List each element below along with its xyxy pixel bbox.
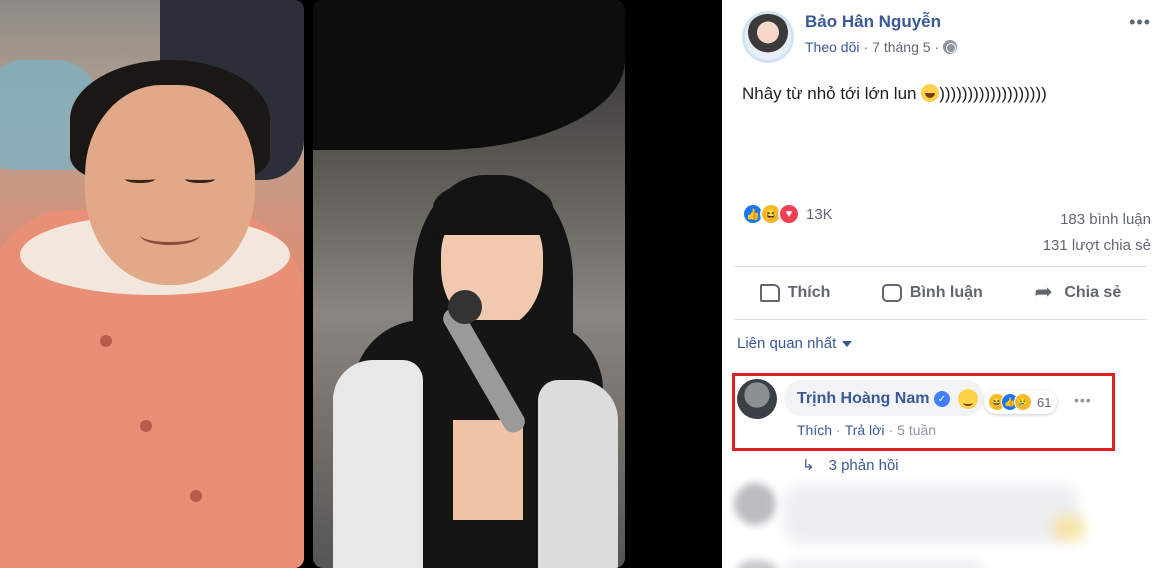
- replies-label: 3 phản hồi: [828, 456, 899, 474]
- meta-separator: ·: [863, 39, 869, 55]
- photo-viewer[interactable]: [0, 0, 722, 568]
- share-arrow-icon: [1034, 279, 1056, 305]
- photo-eye: [125, 175, 155, 183]
- post-panel: Bảo Hân Nguyễn Theo dõi · 7 tháng 5 · ••…: [722, 0, 1159, 568]
- photo-coat-button: [190, 490, 202, 502]
- blurred-avatar: [737, 560, 777, 568]
- comment-highlight-box: [732, 373, 1115, 451]
- photo-torso: [453, 420, 523, 520]
- comment-bubble-icon: [881, 284, 902, 302]
- laughing-emoji-icon: [921, 84, 940, 102]
- author-name[interactable]: Bảo Hân Nguyễn: [805, 12, 941, 32]
- author-avatar[interactable]: [742, 11, 794, 63]
- share-label: Chia sẻ: [1064, 284, 1122, 301]
- chevron-down-icon: [842, 340, 853, 347]
- photo-coat-button: [140, 420, 152, 432]
- comment-label: Bình luận: [909, 284, 983, 301]
- view-replies-link[interactable]: ↳ 3 phản hồi: [802, 456, 899, 475]
- post-date[interactable]: 7 tháng 5: [872, 39, 930, 55]
- like-label: Thích: [787, 284, 831, 301]
- meta-separator: ·: [934, 39, 940, 55]
- childhood-photo: [0, 0, 304, 568]
- viewer-backdrop: [625, 0, 722, 568]
- photo-background-shape: [313, 0, 625, 150]
- photo-sleeve: [333, 360, 423, 568]
- comments-count[interactable]: 183 bình luận: [1043, 207, 1151, 233]
- post-text: Nhây từ nhỏ tới lớn lun ))))))))))))))))…: [742, 84, 1047, 104]
- post-text-main: Nhây từ nhỏ tới lớn lun: [742, 84, 917, 103]
- reaction-summary[interactable]: 👍 😆 ♥ 13K: [742, 203, 833, 225]
- thumbs-up-icon: [759, 284, 780, 302]
- post-text-suffix: ))))))))))))))))))): [939, 84, 1047, 103]
- share-button[interactable]: Chia sẻ: [1034, 279, 1122, 305]
- comment-sort-dropdown[interactable]: Liên quan nhất: [737, 335, 853, 352]
- sort-label: Liên quan nhất: [737, 335, 837, 352]
- like-button[interactable]: Thích: [759, 284, 831, 302]
- photo-microphone-head: [448, 290, 482, 324]
- more-options-icon[interactable]: •••: [1129, 12, 1151, 33]
- post-meta: Theo dõi · 7 tháng 5 ·: [805, 39, 958, 55]
- reply-arrow-icon: ↳: [802, 457, 815, 474]
- stage-photo: [313, 0, 625, 568]
- blurred-avatar: [734, 483, 776, 525]
- comment-button[interactable]: Bình luận: [881, 284, 983, 302]
- post-action-bar: Thích Bình luận Chia sẻ: [734, 266, 1147, 320]
- love-reaction-icon: ♥: [778, 203, 800, 225]
- post-stats: 183 bình luận 131 lượt chia sẻ: [1043, 207, 1151, 259]
- globe-icon: [943, 40, 958, 54]
- photo-mouth: [140, 225, 200, 245]
- reaction-count: 13K: [806, 205, 833, 223]
- photo-eye: [185, 175, 215, 183]
- photo-face: [85, 85, 255, 285]
- blurred-comment: [784, 560, 984, 568]
- blurred-comment: [784, 484, 1084, 544]
- shares-count[interactable]: 131 lượt chia sẻ: [1043, 233, 1151, 259]
- follow-link[interactable]: Theo dõi: [805, 39, 859, 55]
- photo-sleeve: [538, 380, 618, 568]
- photo-bangs: [433, 180, 553, 235]
- photo-coat-button: [100, 335, 112, 347]
